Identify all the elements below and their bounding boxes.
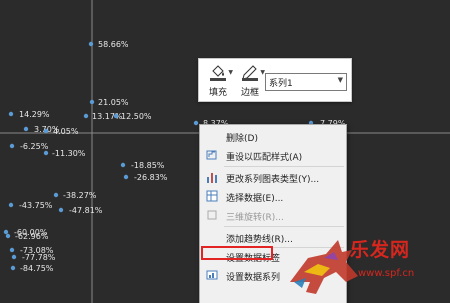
chart-type-icon (207, 173, 217, 183)
rotate-3d-icon (207, 210, 217, 220)
select-data-icon (206, 190, 218, 202)
menu-item-label: 三维旋转(R)... (226, 213, 284, 223)
format-series-icon (206, 270, 218, 280)
menu-item-label: 重设以匹配样式(A) (226, 153, 303, 163)
chevron-down-icon[interactable]: ▼ (338, 76, 343, 84)
data-point[interactable] (23, 126, 29, 132)
menu-item-select-data[interactable]: 选择数据(E)... (200, 187, 346, 206)
menu-item-label: 更改系列图表类型(Y)... (226, 175, 320, 185)
menu-item-3d-rotation[interactable]: 三维旋转(R)... (200, 206, 346, 225)
menu-item-change-chart-type[interactable]: 更改系列图表类型(Y)... (200, 168, 346, 187)
data-point[interactable] (113, 113, 119, 119)
data-point[interactable] (9, 247, 15, 253)
data-label[interactable]: 58.66% (98, 40, 129, 49)
data-point[interactable] (9, 143, 15, 149)
data-point[interactable] (88, 41, 94, 47)
fill-button[interactable]: ▼ 填充 (203, 61, 233, 99)
data-point[interactable] (10, 265, 16, 271)
data-label[interactable]: -26.83% (134, 173, 168, 182)
data-label[interactable]: 13.17% (92, 112, 123, 121)
data-label[interactable]: 4.05% (53, 127, 79, 136)
data-point[interactable] (5, 233, 11, 239)
fill-label: 填充 (208, 88, 227, 98)
data-point[interactable] (120, 162, 126, 168)
data-point[interactable] (193, 120, 199, 126)
data-point[interactable] (89, 99, 95, 105)
menu-separator (224, 226, 344, 227)
excel-chart-area[interactable]: 58.66%21.05%14.29%13.17%12.50%8.37%7.79%… (0, 0, 450, 303)
data-label[interactable]: -18.85% (131, 161, 165, 170)
menu-item-label: 选择数据(E)... (226, 194, 284, 204)
series-dropdown[interactable]: 系列1 ▼ (265, 73, 347, 91)
fill-bucket-icon (210, 65, 226, 81)
menu-item-label: 删除(D) (226, 134, 258, 144)
reset-style-icon (206, 150, 217, 160)
data-point[interactable] (3, 229, 9, 235)
data-label[interactable]: 12.50% (121, 112, 152, 121)
data-label[interactable]: -84.75% (20, 264, 54, 273)
data-point[interactable] (43, 150, 49, 156)
data-label[interactable]: 14.29% (19, 110, 50, 119)
menu-item-reset-style[interactable]: 重设以匹配样式(A) (200, 146, 346, 165)
data-point[interactable] (11, 254, 17, 260)
data-point[interactable] (8, 202, 14, 208)
chevron-down-icon: ▼ (228, 69, 233, 76)
menu-separator (224, 166, 344, 167)
border-label: 边框 (240, 88, 259, 98)
data-label[interactable]: -62.96% (15, 232, 49, 241)
data-label[interactable]: 21.05% (98, 98, 129, 107)
data-point[interactable] (53, 192, 59, 198)
data-point[interactable] (123, 174, 129, 180)
data-point[interactable] (43, 128, 49, 134)
data-point[interactable] (8, 111, 14, 117)
border-button[interactable]: ▼ 边框 (235, 61, 265, 99)
data-label[interactable]: -47.81% (69, 206, 103, 215)
data-point[interactable] (83, 113, 89, 119)
data-label[interactable]: -11.30% (52, 149, 86, 158)
data-label[interactable]: -38.27% (63, 191, 97, 200)
format-mini-toolbar: ▼ 填充 ▼ 边框 系列1 ▼ (198, 58, 352, 102)
menu-item-delete[interactable]: 删除(D) (200, 127, 346, 146)
data-label[interactable]: -6.25% (20, 142, 49, 151)
series-dropdown-value: 系列1 (269, 79, 293, 89)
data-label[interactable]: -43.75% (19, 201, 53, 210)
watermark-text: 乐发网 (350, 239, 411, 261)
highlight-box (201, 246, 273, 260)
data-point[interactable] (58, 207, 64, 213)
watermark-url: www.spf.cn (358, 268, 415, 279)
menu-item-label: 设置数据系列 (226, 273, 281, 283)
data-label[interactable]: -77.78% (22, 253, 56, 262)
pen-icon (242, 65, 258, 81)
